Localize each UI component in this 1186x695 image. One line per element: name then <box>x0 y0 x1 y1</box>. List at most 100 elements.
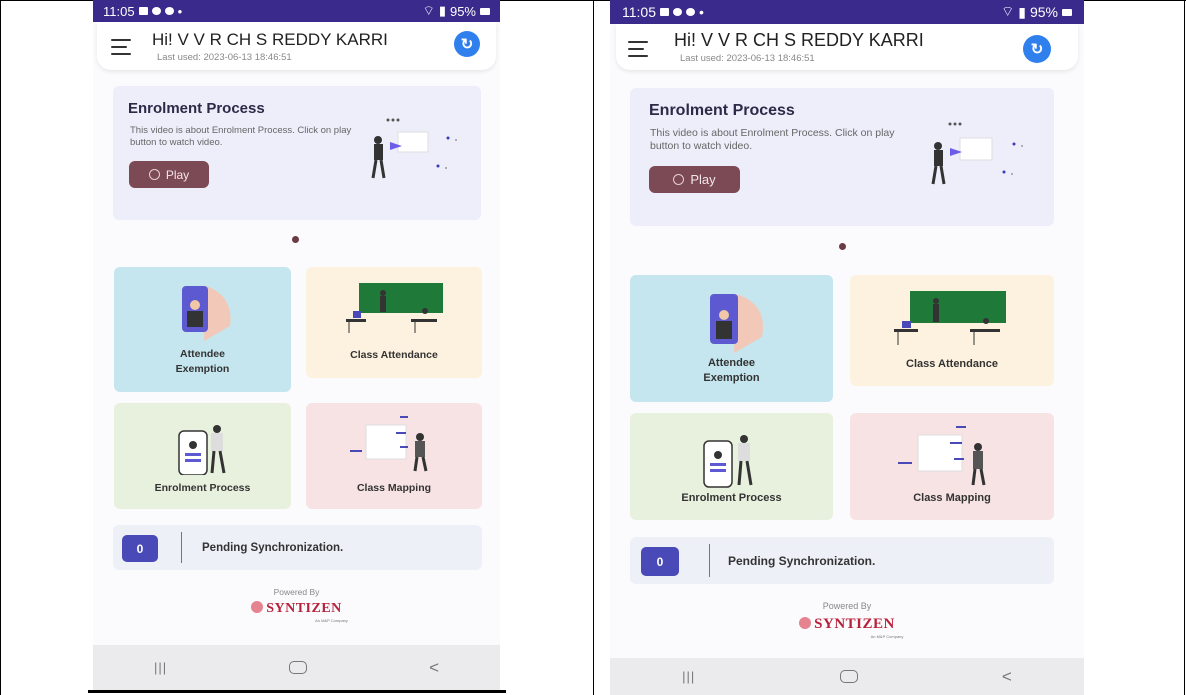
battery-percent: 95% <box>1029 4 1058 20</box>
banner-title: Enrolment Process <box>649 102 795 119</box>
play-button[interactable]: Play <box>649 166 740 193</box>
brand-subtitle: An M&P Company <box>870 634 904 639</box>
mapping-icon <box>898 426 986 486</box>
status-bar: 11:05 • ⌔ ▮ 95% <box>610 0 1084 24</box>
presenter-illustration <box>931 122 1023 185</box>
whatsapp-notification-icon <box>151 7 161 15</box>
carousel-indicator-dot[interactable] <box>292 236 299 243</box>
refresh-icon: ↻ <box>460 36 474 53</box>
banner-description: This video is about Enrolment Process. C… <box>650 127 895 152</box>
pending-sync-label: Pending Synchronization. <box>202 542 344 554</box>
sync-button[interactable]: ↻ <box>1023 35 1051 63</box>
battery-icon <box>480 7 490 15</box>
app-header: Hi! V V R CH S REDDY KARRI Last used: 20… <box>616 24 1078 70</box>
wifi-icon: ⌔ <box>1001 3 1015 19</box>
status-time: 11:05 <box>622 4 656 20</box>
phone-user-icon <box>182 286 231 341</box>
carousel-indicator-dot[interactable] <box>839 243 846 250</box>
play-button[interactable]: Play <box>129 161 209 188</box>
pending-sync-panel[interactable]: 0 Pending Synchronization. <box>630 537 1054 584</box>
android-nav-bar: ||| < <box>93 645 500 690</box>
pending-sync-label: Pending Synchronization. <box>728 554 876 568</box>
battery-icon <box>1062 8 1072 16</box>
battery-percent: 95% <box>449 3 476 19</box>
classroom-icon <box>894 291 1006 345</box>
table-border-middle <box>593 0 594 695</box>
tile-enrolment-process[interactable]: Enrolment Process <box>114 403 291 509</box>
refresh-icon: ↻ <box>1030 41 1044 58</box>
recents-icon[interactable]: ||| <box>154 660 167 675</box>
back-icon[interactable]: < <box>429 658 439 678</box>
signal-icon: ▮ <box>438 3 446 18</box>
tile-attendee-exemption[interactable]: Attendee Exemption <box>114 267 291 392</box>
last-used-timestamp: Last used: 2023-06-13 18:46:51 <box>157 52 292 63</box>
banner-description: This video is about Enrolment Process. C… <box>130 125 352 148</box>
home-icon[interactable] <box>839 670 858 683</box>
back-icon[interactable]: < <box>1002 667 1012 687</box>
gallery-notification-icon <box>660 8 669 16</box>
brand-name: SYNTIZEN <box>266 601 342 616</box>
syntizen-logo: SYNTIZEN <box>93 601 500 617</box>
more-notifications-icon: • <box>177 3 183 19</box>
tile-class-mapping[interactable]: Class Mapping <box>306 403 482 509</box>
phone-user-icon <box>710 294 763 353</box>
android-nav-bar: ||| < <box>610 658 1084 695</box>
app-notification-icon <box>164 7 174 15</box>
tile-class-mapping[interactable]: Class Mapping <box>850 413 1054 520</box>
gallery-notification-icon <box>138 7 148 15</box>
screenshot-underline <box>88 690 506 693</box>
pending-count-badge: 0 <box>122 535 158 562</box>
tile-class-attendance[interactable]: Class Attendance <box>850 275 1054 386</box>
syntizen-logo: SYNTIZEN <box>610 616 1084 633</box>
table-border-right <box>1184 0 1185 695</box>
app-notification-icon <box>686 8 695 16</box>
tile-label: Class Attendance <box>906 358 998 370</box>
tile-label: Enrolment Process <box>681 492 782 504</box>
divider <box>181 532 182 563</box>
more-notifications-icon: • <box>699 4 704 20</box>
brand-fingerprint-icon <box>251 601 264 613</box>
brand-subtitle: An M&P Company <box>315 618 348 623</box>
play-icon <box>673 174 685 185</box>
home-icon[interactable] <box>289 661 308 674</box>
enrolment-icon <box>703 435 753 488</box>
recents-icon[interactable]: ||| <box>682 669 695 684</box>
status-time: 11:05 <box>103 3 135 19</box>
table-border-left <box>0 0 1 695</box>
tile-label: Class Mapping <box>913 492 991 504</box>
menu-icon[interactable] <box>111 39 131 60</box>
banner-title: Enrolment Process <box>128 100 265 117</box>
tile-label: Attendee Exemption <box>703 357 760 384</box>
video-banner: Enrolment Process This video is about En… <box>113 86 481 220</box>
brand-fingerprint-icon <box>799 617 812 629</box>
phone-screenshot-left: 11:05 • ⌔ ▮ 95% Hi! V V R CH S REDDY KAR… <box>93 0 500 690</box>
tile-label: Class Attendance <box>350 349 438 361</box>
status-bar: 11:05 • ⌔ ▮ 95% <box>93 0 500 22</box>
wifi-icon: ⌔ <box>422 3 435 18</box>
brand-name: SYNTIZEN <box>814 616 895 632</box>
sync-button[interactable]: ↻ <box>454 31 480 57</box>
app-header: Hi! V V R CH S REDDY KARRI Last used: 20… <box>97 22 496 70</box>
user-greeting: Hi! V V R CH S REDDY KARRI <box>674 30 924 50</box>
play-icon <box>148 169 160 180</box>
mapping-icon <box>350 416 428 472</box>
play-label: Play <box>165 167 190 182</box>
whatsapp-notification-icon <box>673 8 682 16</box>
tile-label: Class Mapping <box>356 482 432 494</box>
tile-label: Attendee Exemption <box>175 348 230 375</box>
presenter-illustration <box>371 118 457 179</box>
menu-icon[interactable] <box>628 41 648 62</box>
user-greeting: Hi! V V R CH S REDDY KARRI <box>152 30 388 49</box>
play-label: Play <box>690 172 716 187</box>
tile-attendee-exemption[interactable]: Attendee Exemption <box>630 275 833 402</box>
powered-by-label: Powered By <box>822 601 872 611</box>
tile-enrolment-process[interactable]: Enrolment Process <box>630 413 833 520</box>
video-banner: Enrolment Process This video is about En… <box>630 88 1054 226</box>
pending-sync-panel[interactable]: 0 Pending Synchronization. <box>113 525 482 570</box>
signal-icon: ▮ <box>1018 3 1026 20</box>
powered-by-label: Powered By <box>273 587 320 597</box>
last-used-timestamp: Last used: 2023-06-13 18:46:51 <box>680 53 815 64</box>
phone-screenshot-right: 11:05 • ⌔ ▮ 95% Hi! V V R CH S REDDY KAR… <box>610 0 1084 695</box>
tile-class-attendance[interactable]: Class Attendance <box>306 267 482 378</box>
classroom-icon <box>346 283 443 333</box>
